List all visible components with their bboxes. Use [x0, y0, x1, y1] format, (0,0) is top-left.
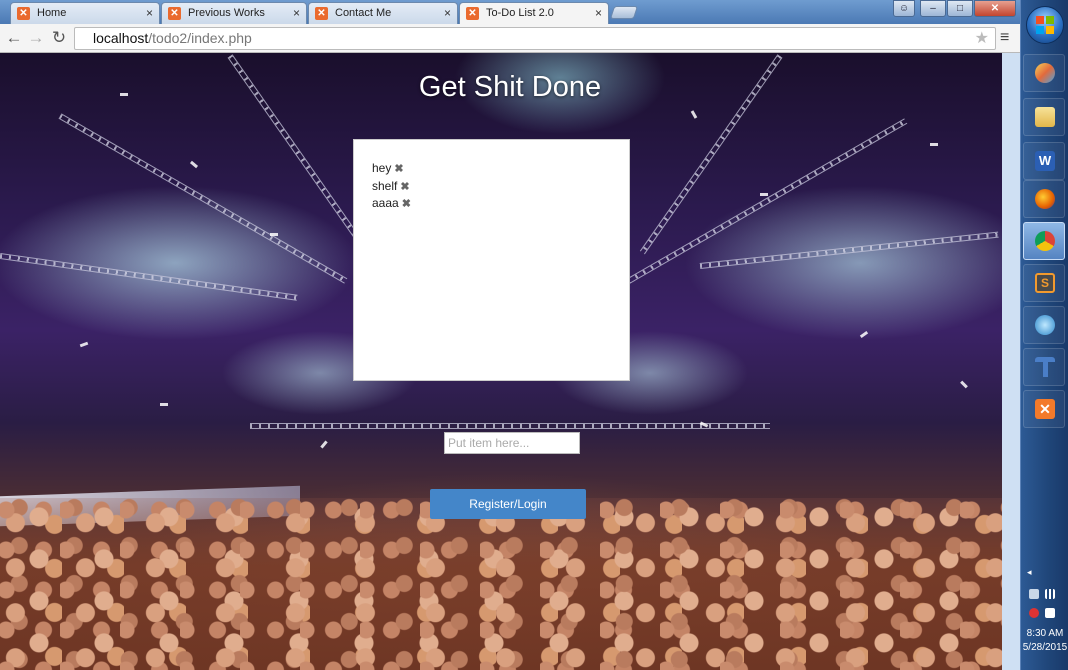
stage-truss [58, 113, 348, 284]
sublime-icon[interactable]: S [1023, 264, 1065, 302]
signal-icon[interactable] [1045, 589, 1055, 599]
crowd-image [0, 498, 1002, 670]
confetti [960, 380, 968, 389]
volume-muted-icon[interactable] [1029, 608, 1039, 618]
xampp-favicon-icon: ✕ [315, 7, 328, 20]
tab-label: To-Do List 2.0 [486, 7, 554, 19]
todo-text: shelf [372, 178, 398, 193]
new-item-input[interactable] [444, 432, 580, 454]
tool-icon[interactable] [1023, 348, 1065, 386]
stage-truss [250, 423, 770, 429]
tab-label: Home [37, 7, 67, 19]
tab-home[interactable]: ✕ Home × [10, 2, 160, 24]
delete-icon[interactable]: ✖ [402, 196, 411, 214]
confetti [760, 193, 768, 196]
delete-icon[interactable]: ✖ [400, 179, 409, 197]
tab-close-icon[interactable]: × [293, 3, 300, 23]
tab-strip: ✕ Home × ✕ Previous Works × ✕ Contact Me… [0, 0, 1020, 25]
windows-taskbar: W S ✕ ◂ 8:30 AM 5/28/2015 [1020, 0, 1068, 670]
tray-expand-icon[interactable]: ◂ [1027, 567, 1032, 578]
tab-label: Previous Works [188, 7, 265, 19]
delete-icon[interactable]: ✖ [394, 161, 403, 179]
start-button[interactable] [1026, 6, 1064, 44]
todo-item: hey ✖ [372, 160, 611, 178]
page-viewport: Get Shit Done hey✖ shelf✖ aaaa✖ Register… [0, 53, 1002, 670]
address-host: localhost [93, 30, 149, 46]
address-bar[interactable]: localhost/todo2/index.php ★ [74, 27, 996, 50]
todo-item: shelf ✖ [372, 178, 611, 196]
tab-todo-list[interactable]: ✕ To-Do List 2.0 × [459, 2, 609, 25]
register-login-button[interactable]: Register/Login [430, 489, 586, 519]
user-icon[interactable]: ☺ [893, 0, 915, 17]
paint-icon[interactable] [1023, 54, 1065, 92]
maximize-icon[interactable]: □ [947, 0, 973, 17]
todo-list: hey ✖ shelf ✖ aaaa ✖ [353, 139, 630, 381]
forward-icon[interactable]: → [26, 28, 46, 48]
browser-toolbar: ← → ↻ localhost/todo2/index.php ★ ≡ [0, 24, 1020, 53]
minimize-icon[interactable]: – [920, 0, 946, 17]
new-tab-button[interactable] [609, 6, 639, 19]
menu-icon[interactable]: ≡ [1000, 28, 1014, 48]
page-title: Get Shit Done [418, 71, 602, 103]
confetti [930, 143, 938, 146]
network-icon[interactable] [1045, 608, 1055, 618]
word-icon[interactable]: W [1023, 142, 1065, 180]
window-controls: ☺ – □ ✕ [892, 0, 1016, 18]
stage-truss [699, 231, 999, 269]
chrome-icon[interactable] [1023, 222, 1065, 260]
xampp-favicon-icon: ✕ [17, 7, 30, 20]
confetti [270, 233, 278, 236]
confetti [690, 110, 698, 119]
back-icon[interactable]: ← [4, 28, 24, 48]
tab-previous-works[interactable]: ✕ Previous Works × [161, 2, 307, 24]
clock-time[interactable]: 8:30 AM [1021, 628, 1068, 639]
xampp-favicon-icon: ✕ [168, 7, 181, 20]
todo-text: hey [372, 161, 392, 175]
address-path: /todo2/index.php [148, 30, 252, 46]
confetti [320, 440, 328, 449]
xampp-icon[interactable]: ✕ [1023, 390, 1065, 428]
todo-text: aaaa [372, 196, 399, 210]
tab-contact-me[interactable]: ✕ Contact Me × [308, 2, 458, 24]
folder-icon[interactable] [1023, 98, 1065, 136]
stage-truss [618, 118, 908, 289]
tab-label: Contact Me [335, 7, 392, 19]
todo-item: aaaa ✖ [372, 195, 611, 213]
tab-close-icon[interactable]: × [595, 3, 602, 23]
xampp-favicon-icon: ✕ [466, 7, 479, 20]
star-icon[interactable]: ★ [975, 28, 989, 49]
confetti [160, 403, 168, 406]
tab-close-icon[interactable]: × [444, 3, 451, 23]
battery-icon[interactable] [1029, 589, 1039, 599]
sourcetree-icon[interactable] [1023, 306, 1065, 344]
windows-logo-icon [1036, 16, 1054, 34]
confetti [79, 341, 89, 348]
close-icon[interactable]: ✕ [974, 0, 1016, 17]
tab-close-icon[interactable]: × [146, 3, 153, 23]
confetti [859, 330, 869, 339]
reload-icon[interactable]: ↻ [49, 28, 69, 48]
firefox-icon[interactable] [1023, 180, 1065, 218]
stage-truss [0, 253, 298, 301]
confetti [189, 160, 199, 169]
clock-date[interactable]: 5/28/2015 [1021, 642, 1068, 653]
browser-window: ✕ Home × ✕ Previous Works × ✕ Contact Me… [0, 0, 1020, 670]
